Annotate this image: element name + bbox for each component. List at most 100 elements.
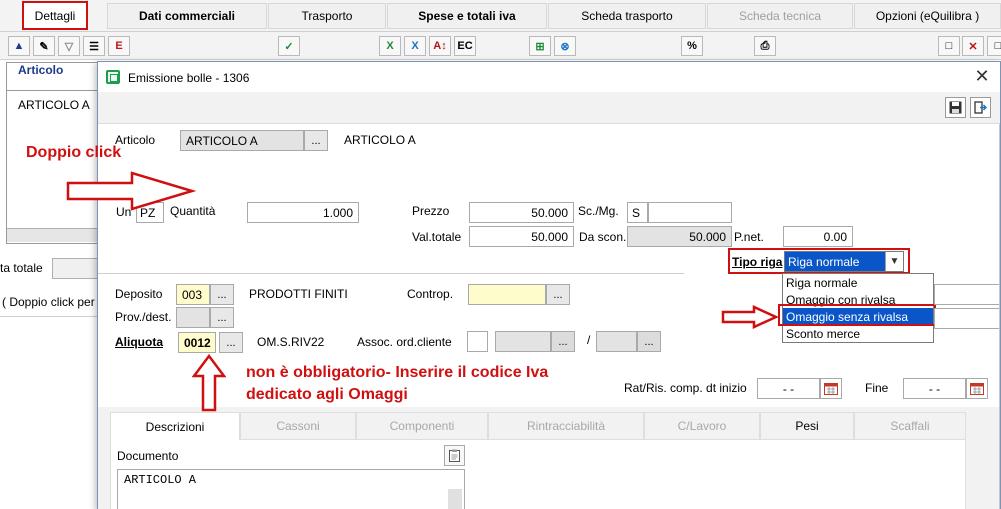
articolo-lookup-button[interactable]: ...: [304, 130, 328, 151]
grid-icon[interactable]: ⊞: [529, 36, 551, 56]
fine-date-field[interactable]: - -: [903, 378, 966, 399]
deposito-description: PRODOTTI FINITI: [249, 287, 348, 301]
aliquota-label: Aliquota: [115, 335, 163, 349]
window-icon-2[interactable]: □: [987, 36, 1001, 56]
tab-scheda-tecnica[interactable]: Scheda tecnica: [707, 3, 853, 29]
dialog-right-edge: [999, 124, 1000, 509]
scmg-label: Sc./Mg.: [578, 204, 619, 218]
grid-header-articolo: Articolo: [18, 63, 64, 77]
calendar-icon-fine[interactable]: [966, 378, 988, 399]
subtab-componenti[interactable]: Componenti: [356, 412, 488, 440]
grid-divider: [7, 90, 99, 91]
confirm-doc-icon[interactable]: ✓: [278, 36, 300, 56]
dialog-title-bar: Emissione bolle - 1306 ✕: [98, 62, 1000, 92]
option-sconto-merce[interactable]: Sconto merce: [783, 325, 933, 342]
rat-ris-date-field[interactable]: - -: [757, 378, 820, 399]
valtotale-field[interactable]: 50.000: [469, 226, 574, 247]
pnet-label: P.net.: [734, 230, 764, 244]
network-icon[interactable]: ⊗: [554, 36, 576, 56]
percent-icon[interactable]: %: [681, 36, 703, 56]
documento-label: Documento: [117, 449, 179, 463]
list-icon[interactable]: ☰: [83, 36, 105, 56]
dascon-label: Da scon.: [579, 230, 627, 244]
subtab-scaffali[interactable]: Scaffali: [854, 412, 966, 440]
deposito-lookup-button[interactable]: ...: [210, 284, 234, 305]
documento-textarea[interactable]: ARTICOLO A: [117, 469, 465, 509]
aliquota-lookup-button[interactable]: ...: [219, 332, 243, 353]
controp-lookup-button[interactable]: ...: [546, 284, 570, 305]
tab-opzioni[interactable]: Opzioni (eQuilibra ): [854, 3, 1001, 29]
save-icon[interactable]: [945, 97, 966, 118]
deposito-code-field[interactable]: 003: [176, 284, 210, 305]
controp-field[interactable]: [468, 284, 546, 305]
chevron-down-icon[interactable]: ▼: [885, 252, 903, 271]
textarea-scrollbar[interactable]: [448, 489, 462, 509]
window-icon[interactable]: □: [938, 36, 960, 56]
arrow-right-icon-small: [721, 305, 779, 329]
assoc-ord-number-field[interactable]: [495, 331, 551, 352]
sort-az-icon[interactable]: A↕: [429, 36, 451, 56]
dialog-title: Emissione bolle - 1306: [128, 71, 250, 85]
emissione-bolle-dialog: Emissione bolle - 1306 ✕ Articolo ARTICO…: [97, 61, 1001, 509]
valtotale-label: Val.totale: [412, 230, 462, 244]
aliquota-description: OM.S.RIV22: [257, 335, 325, 349]
tab-spese-totali-iva[interactable]: Spese e totali iva: [387, 3, 547, 29]
articolo-description: ARTICOLO A: [344, 133, 416, 147]
subtab-pesi[interactable]: Pesi: [760, 412, 854, 440]
export-e-icon[interactable]: E: [108, 36, 130, 56]
grid-row-articolo[interactable]: ARTICOLO A: [18, 98, 90, 112]
clipboard-icon[interactable]: [444, 445, 465, 466]
subtab-descrizioni[interactable]: Descrizioni: [110, 412, 240, 440]
hidden-field-1[interactable]: [934, 284, 1000, 305]
assoc-ord-row-lookup-button[interactable]: ...: [637, 331, 661, 352]
move-up-icon[interactable]: ▲: [8, 36, 30, 56]
totale-label: ta totale: [0, 261, 43, 275]
quantita-field[interactable]: 1.000: [247, 202, 359, 223]
provdest-field[interactable]: [176, 307, 210, 328]
print-icon[interactable]: ⎙: [754, 36, 776, 56]
totale-field[interactable]: [52, 258, 98, 279]
tab-dettagli[interactable]: Dettagli: [22, 1, 88, 30]
option-highlight-box: [778, 304, 936, 326]
background-separator: [0, 316, 97, 317]
assoc-ord-flag-field[interactable]: [467, 331, 488, 352]
rat-ris-label: Rat/Ris. comp. dt inizio: [624, 381, 747, 395]
annotation-note-line2: dedicato agli Omaggi: [246, 386, 408, 403]
exit-icon[interactable]: [970, 97, 991, 118]
tab-dati-commerciali[interactable]: Dati commerciali: [107, 3, 267, 29]
annotation-note-line1: non è obbligatorio- Inserire il codice I…: [246, 364, 549, 381]
assoc-ord-lookup-button[interactable]: ...: [551, 331, 575, 352]
assoc-ord-label: Assoc. ord.cliente: [357, 335, 452, 349]
tab-scheda-trasporto[interactable]: Scheda trasporto: [548, 3, 706, 29]
provdest-lookup-button[interactable]: ...: [210, 307, 234, 328]
export-x-icon[interactable]: X: [404, 36, 426, 56]
ec-icon[interactable]: EC: [454, 36, 476, 56]
aliquota-code-field[interactable]: 0012: [178, 332, 216, 353]
prezzo-field[interactable]: 50.000: [469, 202, 574, 223]
option-riga-normale[interactable]: Riga normale: [783, 274, 933, 291]
hidden-field-2[interactable]: [934, 308, 1000, 329]
subtab-bar: Descrizioni Cassoni Componenti Rintracci…: [110, 412, 966, 440]
edit-list-icon[interactable]: ✎: [33, 36, 55, 56]
dascon-field[interactable]: 50.000: [627, 226, 732, 247]
subtab-cassoni[interactable]: Cassoni: [240, 412, 356, 440]
scmg-value-field[interactable]: [648, 202, 732, 223]
assoc-ord-row-field[interactable]: [596, 331, 637, 352]
tiporiga-select[interactable]: Riga normale ▼: [784, 251, 904, 272]
pnet-field[interactable]: 0.00: [783, 226, 853, 247]
delete-icon[interactable]: ✕: [962, 36, 984, 56]
excel-icon[interactable]: X: [379, 36, 401, 56]
tab-trasporto[interactable]: Trasporto: [268, 3, 386, 29]
subtab-rintracciabilita[interactable]: Rintracciabilità: [488, 412, 644, 440]
close-icon[interactable]: ✕: [972, 66, 992, 86]
subtab-clavoro[interactable]: C/Lavoro: [644, 412, 760, 440]
filter-icon[interactable]: ▽: [58, 36, 80, 56]
dialog-toolbar: [98, 92, 1000, 124]
app-window-icon: [106, 70, 120, 84]
tiporiga-label: Tipo riga: [732, 255, 783, 269]
articolo-code-field[interactable]: ARTICOLO A: [180, 130, 304, 151]
calendar-icon[interactable]: [820, 378, 842, 399]
scmg-flag-field[interactable]: S: [627, 202, 648, 223]
grid-scrollbar[interactable]: [7, 228, 99, 242]
doppio-click-hint: ( Doppio click per: [2, 295, 95, 309]
